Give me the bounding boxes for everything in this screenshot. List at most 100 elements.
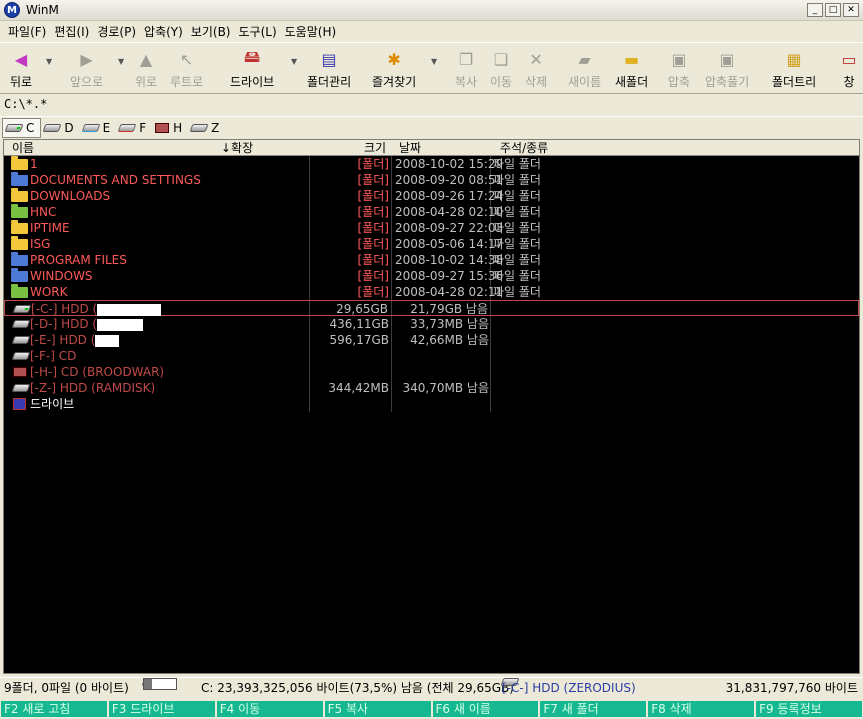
drive-tab-d[interactable]: D [41, 118, 79, 138]
folder-tree-button[interactable]: ▦ 폴더트리 [772, 48, 816, 90]
back-button[interactable]: ◀ 뒤로 [10, 48, 32, 90]
rename-button[interactable]: ▰ 새이름 [568, 48, 601, 90]
up-label: 위로 [135, 75, 158, 89]
drive-tab-c[interactable]: C [2, 117, 42, 138]
column-ext[interactable]: ↓확장 [221, 140, 253, 156]
up-button[interactable]: ▲ 위로 [135, 48, 157, 90]
menu-tools[interactable]: 도구(L) [235, 23, 281, 40]
drive-name: [-D-] HDD ( [30, 316, 144, 332]
menu-view[interactable]: 보기(B) [187, 23, 235, 40]
fkey-f3[interactable]: F3 드라이브 [108, 701, 215, 717]
list-item[interactable]: HNC [폴더] 2008-04-28 02:10 파일 폴더 [4, 204, 859, 220]
cdrom-icon [11, 352, 31, 360]
drive-row-z[interactable]: [-Z-] HDD (RAMDISK) 344,42MB 340,70MB 남음 [4, 380, 859, 396]
drive-row-d[interactable]: [-D-] HDD ( 436,11GB 33,73MB 남음 [4, 316, 859, 332]
window-label: 창 [843, 75, 855, 89]
drive-link-row[interactable]: 드라이브 [4, 396, 859, 412]
folder-manage-button[interactable]: ▤ 폴더관리 [307, 48, 351, 90]
new-folder-button[interactable]: ▬ 새폴더 [615, 48, 648, 90]
fkey-f6[interactable]: F6 새 이름 [432, 701, 539, 717]
drive-row-e[interactable]: [-E-] HDD ( 596,17GB 42,66MB 남음 [4, 332, 859, 348]
file-type: 파일 폴더 [493, 189, 541, 203]
function-key-bar: F2 새로 고침 F3 드라이브 F4 이동 F5 복사 F6 새 이름 F7 … [0, 699, 863, 719]
file-name: WINDOWS [30, 269, 93, 283]
favorites-dropdown-icon[interactable]: ▼ [431, 57, 437, 66]
favorites-button[interactable]: ✱ 즐겨찾기 [372, 48, 416, 90]
app-icon[interactable]: M [4, 2, 20, 18]
menu-help[interactable]: 도움말(H) [281, 23, 341, 40]
fkey-key: F3 [111, 702, 127, 716]
menu-compress[interactable]: 압축(Y) [140, 23, 187, 40]
drive-dropdown-icon[interactable]: ▼ [291, 57, 297, 66]
compress-button[interactable]: ▣ 압축 [668, 48, 690, 90]
fkey-key: F9 [759, 702, 774, 716]
menu-path[interactable]: 경로(P) [93, 23, 140, 40]
list-item[interactable]: WORK [폴더] 2008-04-28 02:11 파일 폴더 [4, 284, 859, 300]
drive-row-f[interactable]: [-F-] CD [4, 348, 859, 364]
drive-name: [-C-] HDD ( [31, 301, 162, 317]
file-list[interactable]: 이름 ↓확장 크기 날짜 주석/종류 1 [폴더] 2008-10-02 15:… [3, 139, 860, 674]
file-type: 파일 폴더 [493, 157, 541, 171]
fkey-f2[interactable]: F2 새로 고침 [1, 701, 107, 717]
rename-label: 새이름 [568, 75, 602, 89]
forward-button[interactable]: ▶ 앞으로 [70, 48, 103, 90]
window-icon: ▭ [841, 49, 857, 69]
extract-button[interactable]: ▣ 압축풀기 [705, 48, 749, 90]
redaction-box [97, 318, 144, 331]
fkey-f4[interactable]: F4 이동 [216, 701, 323, 717]
column-type[interactable]: 주석/종류 [500, 140, 548, 156]
drive-row-c[interactable]: [-C-] HDD ( 29,65GB 21,79GB 남음 [4, 300, 859, 316]
fkey-f5[interactable]: F5 복사 [324, 701, 431, 717]
drive-name-text: [-E-] HDD ( [30, 333, 96, 347]
compress-icon: ▣ [671, 49, 687, 69]
copy-button[interactable]: ❐ 복사 [455, 48, 477, 90]
menu-bar: 파일(F) 편집(I) 경로(P) 압축(Y) 보기(B) 도구(L) 도움말(… [0, 21, 863, 41]
path-display[interactable]: C:\*.* [0, 95, 863, 113]
drive-row-h[interactable]: [-H-] CD (BROODWAR) [4, 364, 859, 380]
forward-dropdown-icon[interactable]: ▼ [118, 57, 124, 66]
minimize-button[interactable]: _ [807, 3, 823, 17]
list-item[interactable]: PROGRAM FILES [폴더] 2008-10-02 14:38 파일 폴… [4, 252, 859, 268]
list-item[interactable]: DOWNLOADS [폴더] 2008-09-26 17:24 파일 폴더 [4, 188, 859, 204]
drive-label: 드라이브 [230, 75, 275, 89]
drive-button[interactable]: 🖴 드라이브 [230, 47, 275, 90]
status-free-space: C: 23,393,325,056 바이트(73,5%) 남음 (전체 29,6… [201, 681, 514, 695]
file-name: IPTIME [30, 221, 70, 235]
folder-manage-label: 폴더관리 [307, 75, 352, 89]
file-date: 2008-09-20 08:51 [395, 173, 504, 187]
drive-tab-f[interactable]: F [116, 118, 152, 138]
list-item[interactable]: 1 [폴더] 2008-10-02 15:29 파일 폴더 [4, 156, 859, 172]
list-item[interactable]: ISG [폴더] 2008-05-06 14:17 파일 폴더 [4, 236, 859, 252]
move-button[interactable]: ❏ 이동 [490, 48, 512, 90]
list-item[interactable]: WINDOWS [폴더] 2008-09-27 15:36 파일 폴더 [4, 268, 859, 284]
list-item[interactable]: DOCUMENTS AND SETTINGS [폴더] 2008-09-20 0… [4, 172, 859, 188]
menu-edit[interactable]: 편집(I) [50, 23, 93, 40]
delete-label: 삭제 [525, 75, 548, 89]
back-dropdown-icon[interactable]: ▼ [46, 57, 52, 66]
back-arrow-icon: ◀ [14, 49, 28, 69]
menu-file[interactable]: 파일(F) [4, 23, 50, 40]
drive-tab-label: Z [211, 120, 220, 135]
file-size: [폴더] [357, 221, 389, 235]
maximize-button[interactable]: □ [825, 3, 841, 17]
list-item[interactable]: IPTIME [폴더] 2008-09-27 22:03 파일 폴더 [4, 220, 859, 236]
status-summary: 9폴더, 0파일 (0 바이트) [4, 681, 129, 695]
cdrom-icon [155, 122, 170, 133]
drive-tab-z[interactable]: Z [188, 118, 225, 138]
drive-tab-e[interactable]: E [80, 118, 117, 138]
file-name: 1 [30, 157, 38, 171]
disk-usage-bar [143, 678, 177, 690]
column-size[interactable]: 크기 [364, 140, 386, 156]
root-button[interactable]: ↖ 루트로 [170, 48, 203, 90]
file-size: [폴더] [357, 253, 389, 267]
fkey-f8[interactable]: F8 삭제 [648, 701, 755, 717]
column-name[interactable]: 이름 [12, 140, 34, 156]
drive-tab-h[interactable]: H [152, 118, 188, 138]
delete-button[interactable]: ✕ 삭제 [525, 48, 547, 90]
window-button[interactable]: ▭ 창 [838, 48, 860, 90]
fkey-f7[interactable]: F7 새 폴더 [540, 701, 647, 717]
fkey-f9[interactable]: F9 등록정보 [756, 701, 862, 717]
close-button[interactable]: ✕ [843, 3, 859, 17]
column-date[interactable]: 날짜 [399, 140, 421, 156]
file-type: 파일 폴더 [493, 205, 541, 219]
